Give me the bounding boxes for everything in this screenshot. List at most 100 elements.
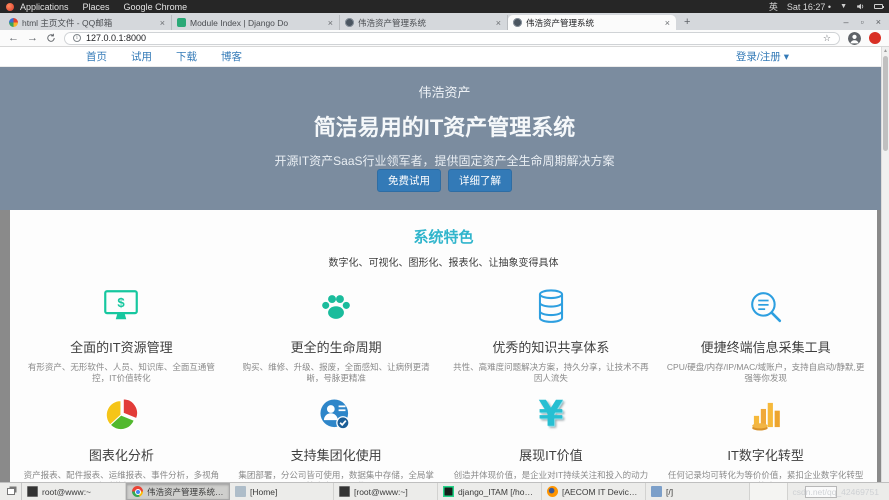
features-row-2: 图表化分析 资产报表、配件报表、运维报表、事件分析，多视角应对潜在问题 支持集团… — [10, 385, 877, 482]
page-info-icon[interactable]: i — [73, 34, 81, 42]
feature-title: 支持集团化使用 — [290, 447, 382, 463]
desktop-taskbar: root@www:~ 伟浩资产管理系统 - Google Ch... [Home… — [0, 482, 889, 500]
tab-title: html 主页文件 - QQ邮箱 — [22, 17, 113, 28]
back-button[interactable]: ← — [8, 32, 19, 44]
address-bar-input[interactable]: i 127.0.0.1:8000 ☆ — [64, 31, 840, 45]
feature-desc: 任何记录均可转化为等价价值，紧扣企业数字化转型战略 — [667, 469, 864, 482]
clock[interactable]: Sat 16:27 • — [787, 2, 831, 12]
tab-django-docs[interactable]: Module Index | Django Do × — [172, 15, 340, 30]
firefox-icon — [547, 486, 558, 497]
network-icon[interactable]: ▼ — [840, 3, 847, 10]
taskbar-label: [Home] — [250, 486, 278, 497]
tab-close-icon[interactable]: × — [327, 18, 334, 28]
features-subheading: 数字化、可视化、图形化、报表化、让抽象变得具体 — [328, 258, 559, 269]
feature-title: IT数字化转型 — [727, 447, 804, 463]
taskbar-item-root-fs[interactable]: [/] — [646, 483, 750, 500]
scroll-up-icon[interactable]: ▲ — [882, 47, 889, 55]
tab-close-icon[interactable]: × — [159, 18, 166, 28]
tab-qq-mail[interactable]: html 主页文件 - QQ邮箱 × — [4, 15, 172, 30]
reload-button[interactable] — [46, 33, 56, 43]
browser-toolbar: ← → i 127.0.0.1:8000 ☆ — [0, 30, 889, 47]
tab-title: Module Index | Django Do — [190, 17, 289, 28]
feature-title: 全面的IT资源管理 — [70, 340, 173, 355]
feature-title: 展现IT价值 — [519, 447, 583, 463]
taskbar-item-terminal-2[interactable]: [root@www:~] — [334, 483, 438, 500]
login-register-dropdown[interactable]: 登录/注册 ▾ — [736, 49, 789, 64]
feature-digital-transform: IT数字化转型 任何记录均可转化为等价价值，紧扣企业数字化转型战略 — [658, 385, 873, 482]
user-check-icon — [235, 393, 438, 437]
taskbar-item-firefox[interactable]: [AECOM IT Device Manager T... — [542, 483, 646, 500]
taskbar-item-home[interactable]: [Home] — [230, 483, 334, 500]
new-tab-button[interactable]: + — [676, 16, 698, 30]
hero-brand: 伟浩资产 — [418, 85, 471, 100]
feature-desc: 有形资产、无形软件、人员、知识库、全面互通管控，IT价值转化 — [27, 362, 215, 384]
tab-asset-system-1[interactable]: 伟浩资产管理系统 × — [340, 15, 508, 30]
learn-more-button[interactable]: 详细了解 — [448, 169, 512, 192]
taskbar-item-terminal-1[interactable]: root@www:~ — [22, 483, 126, 500]
features-section: 系统特色 数字化、可视化、图形化、报表化、让抽象变得具体 $ 全面的IT资源管理… — [10, 210, 877, 482]
menu-google-chrome[interactable]: Google Chrome — [124, 2, 188, 12]
hero-subtitle: 开源IT资产SaaS行业领军者，提供固定资产全生命周期解决方案 — [274, 154, 615, 168]
tab-close-icon[interactable]: × — [495, 18, 502, 28]
scrollbar-thumb[interactable] — [883, 56, 888, 151]
feature-title: 优秀的知识共享体系 — [492, 340, 610, 355]
feature-desc: 资产报表、配件报表、运维报表、事件分析，多视角应对潜在问题 — [23, 469, 220, 482]
nav-link-download[interactable]: 下载 — [176, 49, 197, 64]
window-list-button[interactable] — [0, 483, 22, 500]
taskbar-label: django_ITAM [/home/www/dj... — [458, 486, 536, 497]
taskbar-empty-slot[interactable] — [750, 483, 788, 500]
tab-asset-system-active[interactable]: 伟浩资产管理系统 × — [508, 15, 676, 30]
chrome-red-status-icon[interactable] — [869, 32, 881, 44]
svg-text:$: $ — [118, 295, 126, 310]
features-row-1: $ 全面的IT资源管理 有形资产、无形软件、人员、知识库、全面互通管控，IT价值… — [10, 269, 877, 385]
volume-icon[interactable] — [856, 2, 865, 11]
menu-applications[interactable]: Applications — [20, 2, 69, 12]
taskbar-item-pycharm[interactable]: django_ITAM [/home/www/dj... — [438, 483, 542, 500]
yuan-symbol-icon: ¥ — [538, 394, 564, 436]
feature-chart-analysis: 图表化分析 资产报表、配件报表、运维报表、事件分析，多视角应对潜在问题 — [14, 385, 229, 482]
nav-link-blog[interactable]: 博客 — [221, 49, 242, 64]
feature-title: 图表化分析 — [88, 447, 154, 463]
terminal-icon — [27, 486, 38, 497]
chrome-icon — [132, 486, 143, 497]
battery-icon[interactable] — [874, 4, 884, 9]
feature-desc: 共性、高难度问题解决方案，持久分享，让技术不再因人流失 — [453, 362, 649, 384]
window-minimize-button[interactable]: – — [844, 17, 849, 27]
site-navbar: 首页 试用 下载 博客 登录/注册 ▾ — [0, 47, 889, 67]
page-scrollbar[interactable]: ▲ — [881, 47, 889, 482]
feature-desc: 购买、维修、升级、报废，全面感知、让病例更清晰，号脉更精准 — [242, 362, 430, 384]
menu-places[interactable]: Places — [83, 2, 110, 12]
window-maximize-button[interactable]: ▫ — [861, 17, 864, 27]
taskbar-item-chrome[interactable]: 伟浩资产管理系统 - Google Ch... — [126, 483, 230, 500]
paw-icon — [235, 285, 438, 329]
window-close-button[interactable]: × — [876, 17, 881, 27]
page-viewport: 首页 试用 下载 博客 登录/注册 ▾ 伟浩资产 简洁易用的IT资产管理系统 开… — [0, 47, 889, 482]
csdn-watermark: csdn.net/qq_42469751 — [792, 487, 880, 497]
database-icon — [450, 285, 653, 329]
feature-group-use: 支持集团化使用 集团部署，分公司皆可使用，数据集中存储，全局掌控资产更强更优 — [229, 385, 444, 482]
forward-button[interactable]: → — [27, 32, 38, 44]
free-trial-button[interactable]: 免费试用 — [377, 169, 441, 192]
taskbar-label: [/] — [666, 486, 674, 497]
taskbar-label: [root@www:~] — [354, 486, 408, 497]
globe-favicon-icon — [345, 18, 354, 27]
url-text: 127.0.0.1:8000 — [86, 33, 147, 43]
feature-terminal-collect: 便捷终端信息采集工具 CPU/硬盘/内存/IP/MAC/域账户，支持自启动/静默… — [658, 269, 873, 385]
windows-icon — [6, 488, 15, 495]
feature-desc: CPU/硬盘/内存/IP/MAC/域账户，支持自启动/静默,更强等你发现 — [666, 362, 865, 384]
profile-avatar-icon[interactable] — [848, 31, 861, 45]
feature-title: 便捷终端信息采集工具 — [700, 340, 831, 355]
taskbar-label: [AECOM IT Device Manager T... — [562, 486, 640, 497]
tab-close-icon[interactable]: × — [664, 18, 671, 28]
qqmail-favicon-icon — [9, 18, 18, 27]
bookmark-star-icon[interactable]: ☆ — [823, 33, 831, 44]
nav-link-home[interactable]: 首页 — [86, 49, 107, 64]
feature-desc: 创造并体现价值，是企业对IT持续关注和投入的动力 — [453, 469, 649, 480]
nav-link-trial[interactable]: 试用 — [131, 49, 152, 64]
input-method-indicator[interactable]: 英 — [769, 0, 778, 13]
hero-section: 伟浩资产 简洁易用的IT资产管理系统 开源IT资产SaaS行业领军者，提供固定资… — [0, 67, 889, 210]
features-heading: 系统特色 — [413, 229, 474, 246]
folder-icon — [235, 486, 246, 497]
taskbar-label: root@www:~ — [42, 486, 92, 497]
feature-title: 更全的生命周期 — [290, 340, 382, 355]
